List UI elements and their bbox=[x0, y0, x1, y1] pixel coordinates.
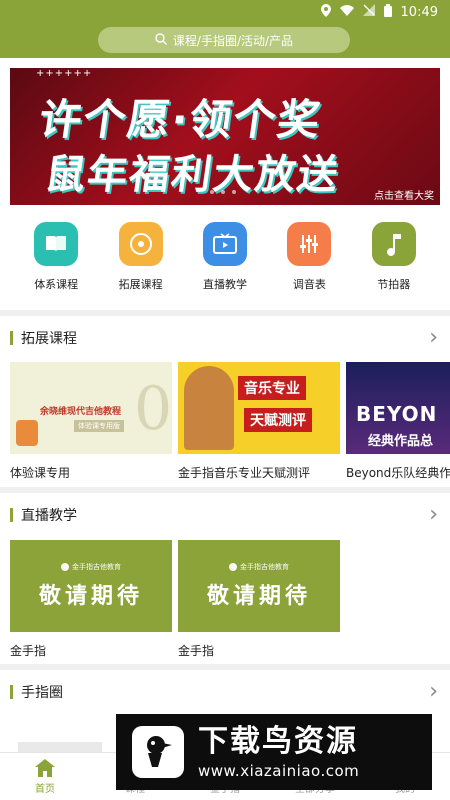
section-divider bbox=[0, 664, 450, 670]
thumb-line-2: 经典作品总 bbox=[368, 434, 434, 449]
banner-headline-2: 鼠年福利大放送 bbox=[42, 152, 343, 198]
section-divider bbox=[0, 310, 450, 316]
quick-menu-tuner[interactable]: 调音表 bbox=[274, 222, 344, 306]
course-caption: 体验课专用 bbox=[10, 466, 71, 480]
location-icon bbox=[320, 3, 331, 21]
course-card[interactable]: 音乐专业 天赋测评 金手指音乐专业天赋测评 bbox=[178, 362, 340, 481]
chevron-right-icon[interactable]: › bbox=[429, 681, 438, 703]
quick-menu-system-course[interactable]: 体系课程 bbox=[21, 222, 91, 306]
watermark-url: www.xiazainiao.com bbox=[198, 761, 360, 780]
quick-menu-label: 节拍器 bbox=[377, 278, 411, 291]
brand-logo-icon bbox=[229, 563, 237, 571]
carousel-indicator bbox=[210, 190, 236, 194]
status-bar: 10:49 bbox=[0, 0, 450, 24]
live-card[interactable]: 金手指吉他教育 敬请期待 金手指 bbox=[10, 540, 172, 659]
quick-menu-label: 调音表 bbox=[292, 278, 326, 291]
section-title: 手指圈 bbox=[21, 685, 63, 701]
section-divider bbox=[0, 487, 450, 493]
coming-soon-text: 敬请期待 bbox=[206, 584, 311, 609]
music-note-icon bbox=[371, 222, 416, 266]
course-card[interactable]: 余晓维现代吉他教程 体验课专用版 0 体验课专用 bbox=[10, 362, 172, 481]
chevron-right-icon[interactable]: › bbox=[429, 327, 438, 349]
thumb-number: 0 bbox=[134, 374, 172, 444]
live-course-list: 金手指吉他教育 敬请期待 金手指 金手指吉他教育 敬请期待 金手指 bbox=[0, 540, 450, 659]
course-caption: 金手指音乐专业天赋测评 bbox=[178, 466, 311, 480]
quick-menu: 体系课程 拓展课程 直播教学 调音表 节拍器 bbox=[0, 222, 450, 306]
nav-label: 首页 bbox=[35, 783, 55, 795]
no-signal-icon bbox=[362, 4, 375, 20]
site-watermark: 下载鸟资源 www.xiazainiao.com bbox=[116, 714, 432, 790]
live-caption: 金手指 bbox=[178, 644, 215, 658]
section-accent-bar bbox=[10, 685, 13, 699]
section-accent-bar bbox=[10, 331, 13, 345]
quick-menu-live-teaching[interactable]: 直播教学 bbox=[190, 222, 260, 306]
status-time: 10:49 bbox=[400, 4, 438, 20]
coming-soon-text: 敬请期待 bbox=[38, 584, 143, 609]
section-title: 拓展课程 bbox=[21, 331, 77, 347]
home-icon bbox=[35, 758, 55, 780]
quick-menu-extend-course[interactable]: 拓展课程 bbox=[106, 222, 176, 306]
chevron-right-icon[interactable]: › bbox=[429, 504, 438, 526]
brand-label: 金手指吉他教育 bbox=[229, 562, 289, 572]
battery-icon bbox=[383, 3, 392, 21]
course-caption: Beyond乐队经典作 bbox=[346, 466, 450, 480]
section-title: 直播教学 bbox=[21, 508, 77, 524]
equalizer-icon bbox=[287, 222, 332, 266]
extend-course-list: 余晓维现代吉他教程 体验课专用版 0 体验课专用 音乐专业 天赋测评 金手指音乐… bbox=[0, 362, 450, 481]
live-card[interactable]: 金手指吉他教育 敬请期待 金手指 bbox=[178, 540, 340, 659]
brand-logo-icon bbox=[61, 563, 69, 571]
quick-menu-label: 体系课程 bbox=[34, 278, 79, 291]
thumb-line-1: 音乐专业 bbox=[238, 376, 306, 400]
thumb-subtitle: 体验课专用版 bbox=[74, 420, 124, 432]
brand-label: 金手指吉他教育 bbox=[61, 562, 121, 572]
search-icon bbox=[155, 32, 167, 48]
nav-home[interactable]: 首页 bbox=[5, 753, 85, 800]
section-header-live[interactable]: 直播教学 › bbox=[0, 500, 450, 530]
banner-stars: ++++++ bbox=[36, 68, 93, 79]
guitarist-figure-icon bbox=[184, 366, 234, 450]
carousel-dot bbox=[232, 190, 236, 194]
quick-menu-metronome[interactable]: 节拍器 bbox=[359, 222, 429, 306]
section-header-extend[interactable]: 拓展课程 › bbox=[0, 323, 450, 353]
top-header: 10:49 课程/手指圈/活动/产品 bbox=[0, 0, 450, 58]
live-thumbnail: 金手指吉他教育 敬请期待 bbox=[178, 540, 340, 632]
section-accent-bar bbox=[10, 508, 13, 522]
watermark-title: 下载鸟资源 bbox=[198, 723, 358, 759]
thumb-line-2: 天赋测评 bbox=[244, 408, 312, 432]
tv-icon bbox=[202, 222, 247, 266]
course-thumbnail: 余晓维现代吉他教程 体验课专用版 0 bbox=[10, 362, 172, 454]
brand-text: 金手指吉他教育 bbox=[240, 563, 289, 571]
cat-mascot-icon bbox=[16, 420, 38, 446]
promo-banner[interactable]: ++++++ 许个愿·领个奖 鼠年福利大放送 点击查看大奖 bbox=[10, 68, 440, 205]
brand-text: 金手指吉他教育 bbox=[72, 563, 121, 571]
course-thumbnail: BEYON 经典作品总 bbox=[346, 362, 450, 454]
course-card[interactable]: BEYON 经典作品总 Beyond乐队经典作 bbox=[346, 362, 450, 481]
quick-menu-label: 直播教学 bbox=[202, 278, 247, 291]
post-preview[interactable] bbox=[18, 742, 102, 752]
thumb-title: 余晓维现代吉他教程 bbox=[40, 407, 122, 417]
book-icon bbox=[34, 222, 79, 266]
search-placeholder: 课程/手指圈/活动/产品 bbox=[172, 33, 294, 48]
watermark-text: 下载鸟资源 www.xiazainiao.com bbox=[198, 725, 359, 780]
live-thumbnail: 金手指吉他教育 敬请期待 bbox=[10, 540, 172, 632]
section-header-circle[interactable]: 手指圈 › bbox=[0, 677, 450, 707]
banner-headline-1: 许个愿·领个奖 bbox=[36, 95, 325, 144]
banner-cta[interactable]: 点击查看大奖 bbox=[374, 187, 434, 202]
carousel-dot bbox=[210, 190, 214, 194]
wifi-icon bbox=[339, 4, 354, 20]
carousel-dot bbox=[221, 190, 225, 194]
disc-icon bbox=[118, 222, 163, 266]
thumb-line-1: BEYON bbox=[356, 402, 438, 426]
course-thumbnail: 音乐专业 天赋测评 bbox=[178, 362, 340, 454]
live-caption: 金手指 bbox=[10, 644, 47, 658]
search-input[interactable]: 课程/手指圈/活动/产品 bbox=[98, 27, 350, 53]
quick-menu-label: 拓展课程 bbox=[118, 278, 163, 291]
bird-logo-icon bbox=[132, 726, 184, 778]
